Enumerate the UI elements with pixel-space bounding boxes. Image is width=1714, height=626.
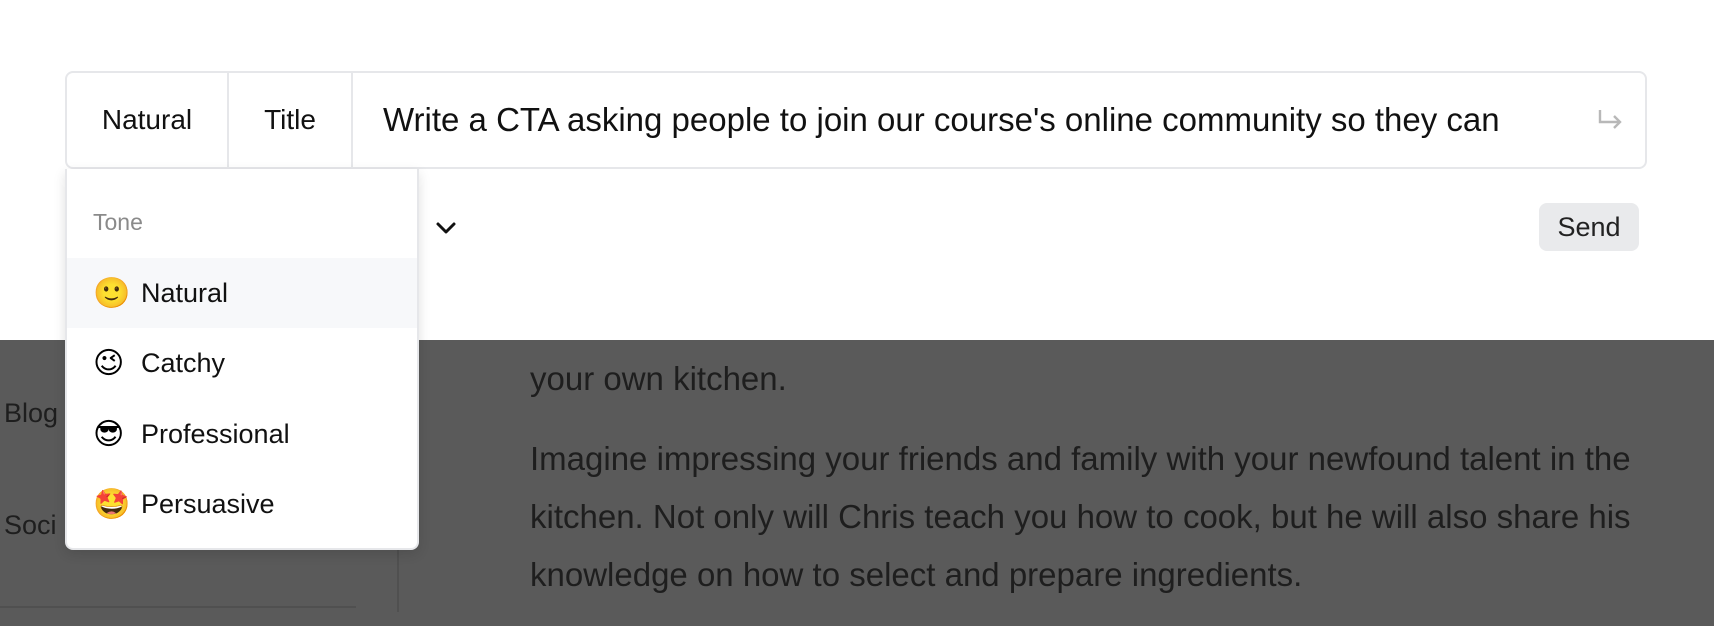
prompt-input[interactable]: Write a CTA asking people to join our co… [353, 73, 1575, 167]
star-struck-face-icon: 🤩 [93, 486, 131, 522]
tone-option-professional[interactable]: 😎 Professional [67, 399, 417, 469]
article-paragraph: your own kitchen. [530, 360, 787, 397]
tone-option-label: Catchy [141, 347, 226, 378]
article-content: your own kitchen. Imagine impressing you… [530, 350, 1700, 626]
tone-option-natural[interactable]: 🙂 Natural [67, 258, 417, 328]
sidebar-item-social: Soci [4, 510, 57, 540]
tone-option-persuasive[interactable]: 🤩 Persuasive [67, 469, 417, 539]
tone-option-label: Persuasive [141, 488, 275, 519]
content-type-selector[interactable]: Title [229, 73, 353, 167]
sidebar-item-blog: Blog [4, 398, 59, 428]
dropdown-header: Tone [93, 209, 143, 235]
tone-option-label: Professional [141, 418, 290, 449]
tone-selector[interactable]: Natural [67, 73, 229, 167]
chevron-down-icon[interactable] [434, 216, 458, 240]
winking-face-icon: 😉 [93, 345, 125, 381]
prompt-bar: Natural Title Write a CTA asking people … [65, 71, 1647, 169]
send-button[interactable]: Send [1539, 203, 1639, 251]
sunglasses-face-icon: 😎 [93, 416, 125, 452]
article-paragraph: Imagine impressing your friends and fami… [530, 440, 1631, 593]
tone-option-catchy[interactable]: 😉 Catchy [67, 328, 417, 398]
slightly-smiling-face-icon: 🙂 [93, 275, 131, 311]
enter-icon [1575, 73, 1645, 167]
tone-dropdown: Tone 🙂 Natural 😉 Catchy 😎 Professional 🤩… [65, 169, 419, 550]
sidebar-divider-rule [0, 606, 356, 608]
tone-option-label: Natural [141, 277, 229, 308]
